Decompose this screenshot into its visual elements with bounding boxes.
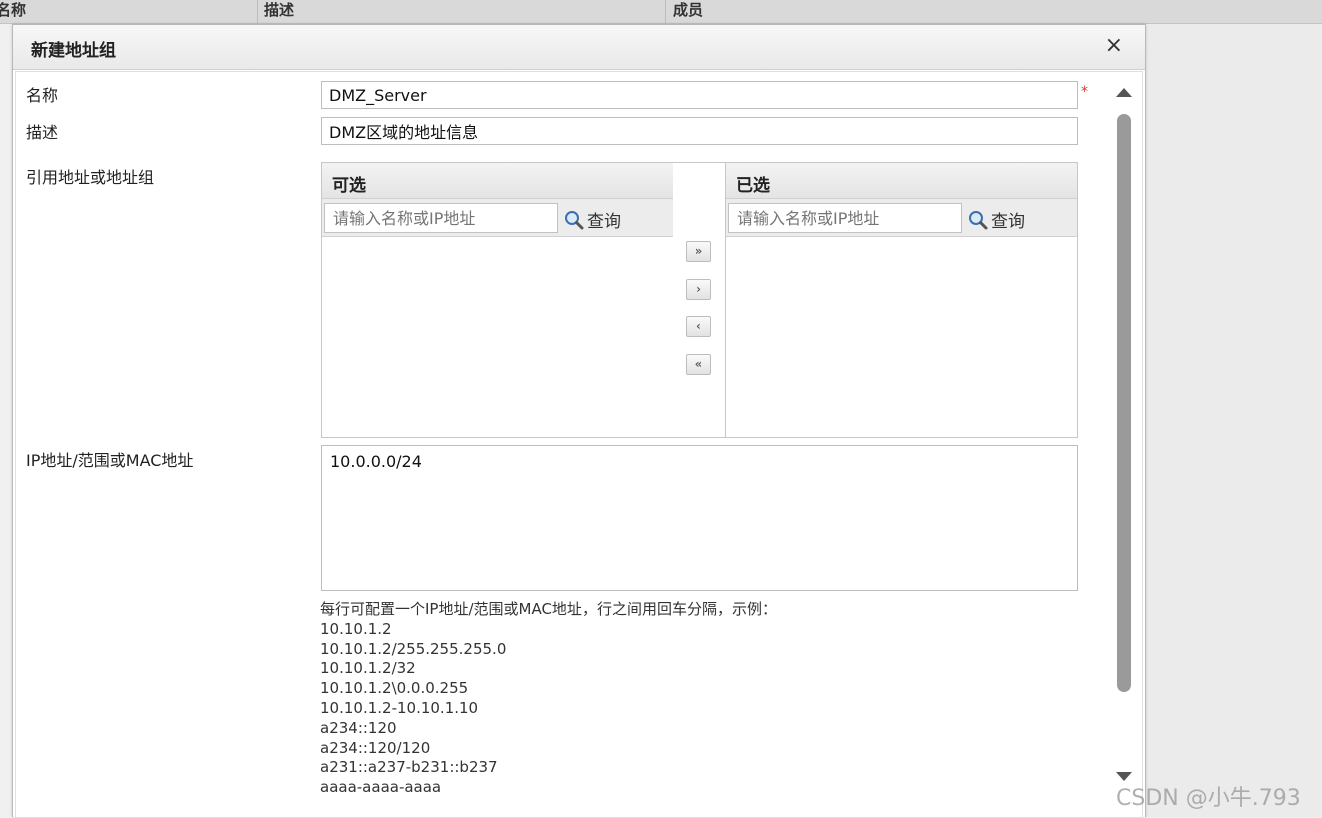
hint-example: a231::a237-b231::b237 xyxy=(320,758,498,777)
selected-search-label: 查询 xyxy=(991,212,1025,232)
available-panel-header: 可选 xyxy=(322,163,673,199)
available-search-input[interactable] xyxy=(324,203,558,233)
available-search-button[interactable]: 查询 xyxy=(564,207,621,232)
hint-example: 10.10.1.2 xyxy=(320,619,392,638)
description-input[interactable] xyxy=(321,117,1078,145)
remove-button[interactable]: ‹ xyxy=(686,316,711,337)
name-input[interactable] xyxy=(321,81,1078,109)
available-search-label: 查询 xyxy=(587,212,621,232)
hint-example: 10.10.1.2/255.255.255.0 xyxy=(320,639,507,658)
close-icon[interactable]: × xyxy=(1105,33,1123,59)
hint-example: 10.10.1.2-10.10.1.10 xyxy=(320,698,479,717)
selected-search-button[interactable]: 查询 xyxy=(968,207,1025,232)
selected-list[interactable] xyxy=(726,238,1077,437)
column-header-members[interactable]: 成员 xyxy=(673,0,703,24)
hint-example: 10.10.1.2/32 xyxy=(320,659,416,678)
watermark: CSDN @小牛.793 xyxy=(1116,786,1301,811)
hint-example: a234::120/120 xyxy=(320,738,431,757)
ip-address-textarea[interactable]: 10.0.0.0/24 xyxy=(321,445,1078,591)
add-all-button[interactable]: » xyxy=(686,241,711,262)
search-icon xyxy=(565,210,584,229)
hint-example: a234::120 xyxy=(320,718,397,737)
column-header-name[interactable]: 名称 xyxy=(0,0,26,24)
scroll-up-arrow-icon[interactable] xyxy=(1116,88,1132,97)
name-label: 名称 xyxy=(26,86,59,105)
background-area xyxy=(1146,24,1322,817)
search-icon xyxy=(969,210,988,229)
column-separator xyxy=(257,0,258,24)
column-separator xyxy=(665,0,666,24)
selected-panel-title: 已选 xyxy=(736,176,770,196)
background-table-header: 名称 描述 成员 xyxy=(0,0,1322,24)
ip-address-label: IP地址/范围或MAC地址 xyxy=(26,451,194,470)
available-panel-title: 可选 xyxy=(332,176,366,196)
dialog-title-bar[interactable]: 新建地址组 × xyxy=(13,25,1145,70)
hint-example: 10.10.1.2\0.0.0.255 xyxy=(320,679,469,698)
hint-example: aaaa-aaaa-aaaa xyxy=(320,778,442,797)
description-label: 描述 xyxy=(26,123,59,142)
column-header-description[interactable]: 描述 xyxy=(264,0,294,24)
vertical-scrollbar[interactable] xyxy=(1112,84,1136,784)
available-search-bar: 查询 xyxy=(322,199,673,237)
selected-panel: 已选 查询 xyxy=(725,162,1078,438)
move-buttons-column: » › ‹ « xyxy=(673,162,725,438)
available-panel: 可选 查询 xyxy=(321,162,674,438)
hint-intro: 每行可配置一个IP地址/范围或MAC地址，行之间用回车分隔，示例： xyxy=(320,600,777,618)
remove-all-button[interactable]: « xyxy=(686,354,711,375)
selected-search-bar: 查询 xyxy=(726,199,1077,237)
reference-label: 引用地址或地址组 xyxy=(26,168,155,187)
required-mark: * xyxy=(1081,84,1088,100)
dialog-title: 新建地址组 xyxy=(31,41,116,61)
scroll-thumb[interactable] xyxy=(1117,114,1131,692)
available-list[interactable] xyxy=(322,238,673,437)
add-button[interactable]: › xyxy=(686,279,711,300)
selected-search-input[interactable] xyxy=(728,203,962,233)
selected-panel-header: 已选 xyxy=(726,163,1077,199)
ip-format-hint: 每行可配置一个IP地址/范围或MAC地址，行之间用回车分隔，示例： 10.10.… xyxy=(320,600,777,798)
